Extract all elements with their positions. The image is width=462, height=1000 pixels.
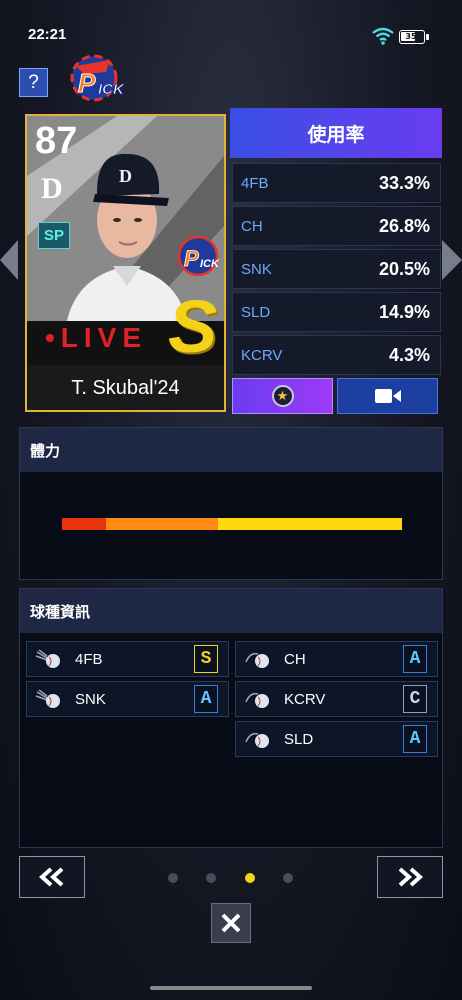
video-button[interactable] (337, 378, 438, 414)
stamina-bar (62, 518, 402, 530)
usage-row: KCRV 4.3% (232, 335, 441, 375)
video-camera-icon (374, 389, 401, 403)
pitch-item[interactable]: SNK A (26, 681, 229, 717)
status-time: 22:21 (28, 26, 67, 43)
player-rating: 87 (35, 120, 78, 162)
page-dot[interactable] (168, 873, 178, 883)
pitch-grade: C (403, 685, 427, 713)
svg-text:P: P (78, 68, 96, 98)
page-dot-active[interactable] (245, 873, 255, 883)
usage-value: 20.5% (378, 258, 430, 279)
prev-page-button[interactable] (19, 856, 85, 898)
pick-badge-icon: P ICK (177, 235, 220, 277)
baseball-icon (245, 652, 269, 668)
prev-player-arrow[interactable] (0, 240, 20, 280)
pitch-item[interactable]: SLD A (235, 721, 438, 757)
usage-header: 使用率 (230, 108, 442, 158)
usage-value: 26.8% (378, 215, 430, 236)
baseball-icon (35, 689, 60, 708)
pitch-grade: A (403, 725, 427, 753)
svg-text:P: P (184, 246, 199, 271)
card-grade: S (168, 285, 218, 368)
pitch-grade: A (194, 685, 218, 713)
usage-pitch: SLD (241, 303, 271, 321)
battery-level: 35 (405, 32, 417, 41)
pitch-info-panel: 球種資訊 4FB S CH A SNK A KCRV C SLD A (19, 588, 443, 848)
svg-text:ICK: ICK (98, 81, 125, 98)
pitch-name: SLD (284, 730, 314, 748)
usage-pitch: 4FB (241, 174, 269, 192)
pitch-name: SNK (75, 690, 106, 708)
page-dot[interactable] (206, 873, 216, 883)
usage-value: 4.3% (388, 344, 430, 365)
baseball-icon (245, 692, 269, 708)
stamina-title: 體力 (20, 428, 442, 472)
double-chevron-right-icon (398, 867, 424, 887)
svg-text:ICK: ICK (200, 258, 220, 270)
page-dot[interactable] (283, 873, 293, 883)
home-indicator (150, 986, 312, 990)
help-button[interactable]: ? (19, 68, 48, 97)
pitch-info-title: 球種資訊 (20, 589, 442, 633)
svg-text:D: D (119, 166, 132, 186)
star-icon: ★ (271, 385, 294, 407)
pitch-item[interactable]: KCRV C (235, 681, 438, 717)
usage-pitch: CH (241, 217, 263, 235)
battery-cap (426, 34, 429, 40)
usage-pitch: SNK (241, 260, 272, 278)
team-logo: D (41, 172, 63, 205)
double-chevron-left-icon (38, 867, 64, 887)
battery-icon: 35 (399, 30, 425, 44)
position-badge: SP (38, 222, 70, 249)
pitch-item[interactable]: CH A (235, 641, 438, 677)
baseball-icon (245, 732, 269, 748)
pick-logo: P ICK (70, 54, 125, 102)
favorite-button[interactable]: ★ (232, 378, 333, 414)
next-page-button[interactable] (377, 856, 443, 898)
pitch-grade: S (194, 645, 218, 673)
baseball-icon (35, 649, 60, 668)
usage-row: 4FB 33.3% (232, 163, 441, 203)
usage-value: 33.3% (378, 172, 430, 193)
close-button[interactable] (211, 903, 251, 943)
usage-pitch: KCRV (241, 346, 283, 364)
close-icon (221, 913, 241, 933)
player-name: T. Skubal'24 (27, 365, 224, 410)
stamina-segment-high (218, 518, 402, 530)
stamina-segment-low (62, 518, 107, 530)
pitch-item[interactable]: 4FB S (26, 641, 229, 677)
usage-panel: 使用率 4FB 33.3% CH 26.8% SNK 20.5% SLD 14.… (230, 108, 442, 414)
player-card[interactable]: D 87 D SP P ICK •LIVE S T. Skubal'24 (25, 114, 226, 412)
stamina-panel: 體力 (19, 427, 443, 580)
stamina-segment-mid (106, 518, 219, 530)
usage-value: 14.9% (378, 301, 430, 322)
wifi-icon (372, 27, 394, 45)
pitch-name: KCRV (284, 690, 326, 708)
usage-row: CH 26.8% (232, 206, 441, 246)
pitch-name: CH (284, 650, 306, 668)
pitch-name: 4FB (75, 650, 103, 668)
usage-row: SLD 14.9% (232, 292, 441, 332)
next-player-arrow[interactable] (440, 240, 462, 280)
pitch-grade: A (403, 645, 427, 673)
live-label: •LIVE (45, 322, 148, 353)
usage-row: SNK 20.5% (232, 249, 441, 289)
